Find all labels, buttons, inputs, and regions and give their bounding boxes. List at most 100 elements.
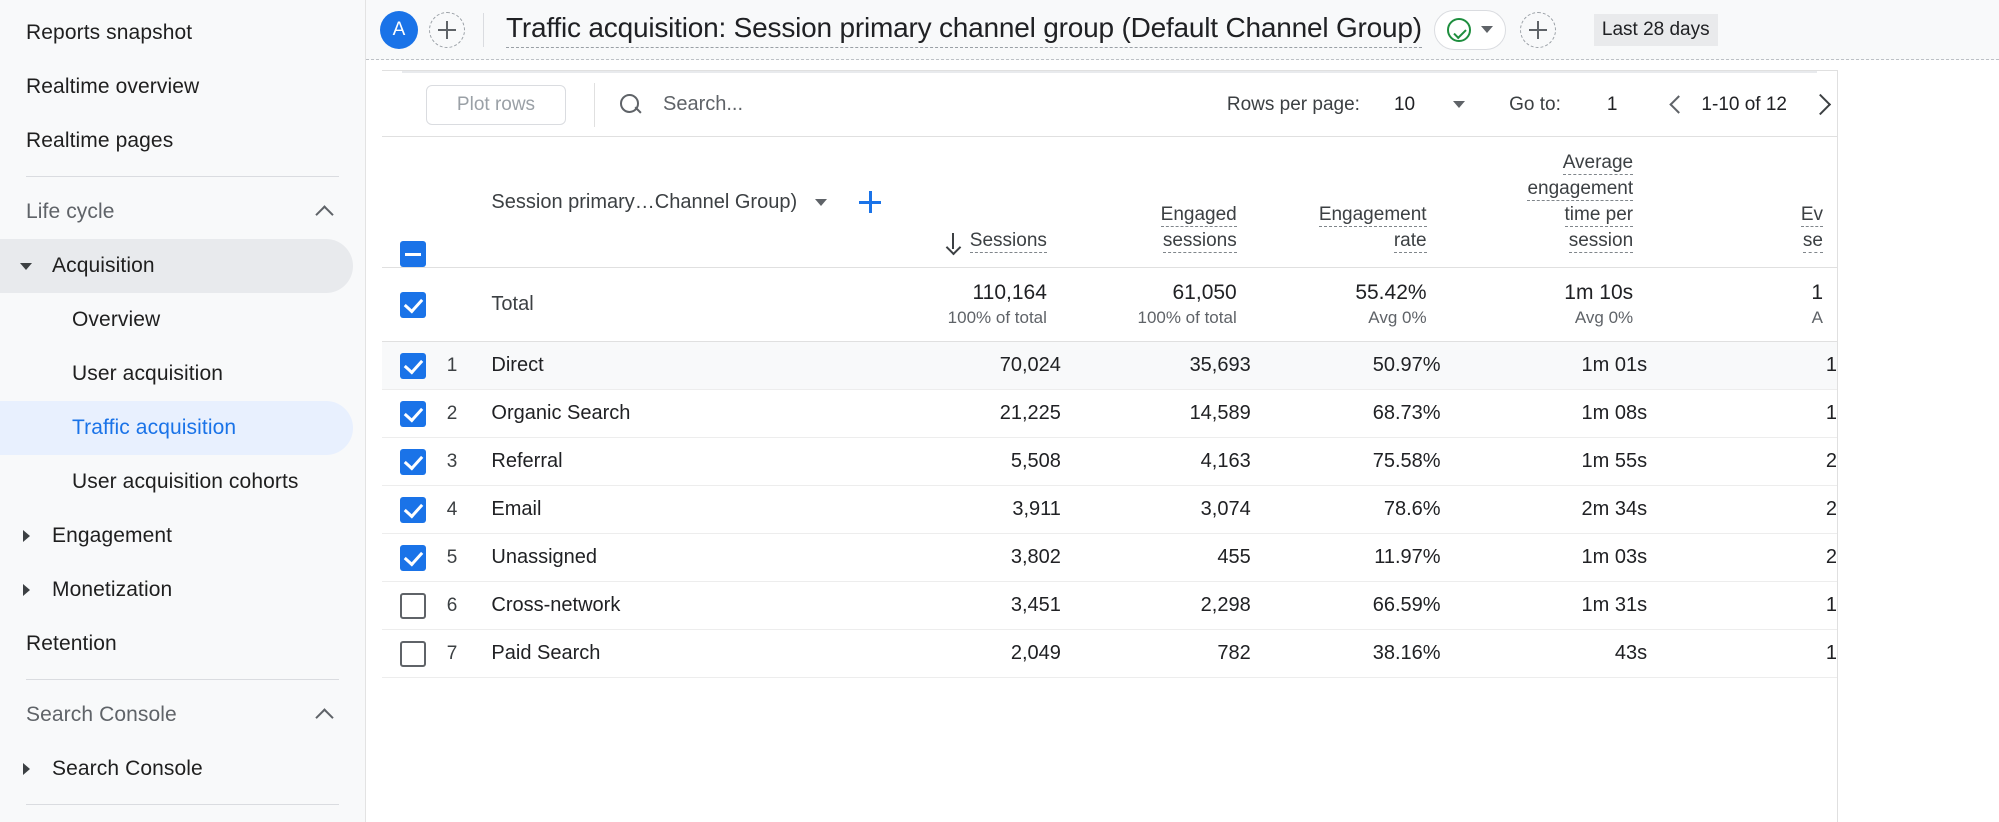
goto-page-value[interactable]: 1 bbox=[1607, 94, 1618, 116]
row-metric-value: 1m 03s bbox=[1440, 533, 1648, 582]
divider bbox=[26, 804, 339, 805]
expand-toggle[interactable] bbox=[0, 262, 52, 270]
add-comparison-button[interactable] bbox=[429, 11, 465, 48]
sidebar-item-realtime-pages[interactable]: Realtime pages bbox=[0, 114, 353, 168]
sidebar-item-search-console[interactable]: Search Console bbox=[0, 742, 353, 796]
row-dimension-name[interactable]: Direct bbox=[491, 341, 872, 390]
sidebar-item-acquisition[interactable]: Acquisition bbox=[0, 239, 353, 293]
row-checkbox[interactable] bbox=[400, 291, 426, 318]
row-checkbox[interactable] bbox=[400, 496, 426, 523]
table-row[interactable]: 7 Paid Search 2,049 782 38.16% 43s 1 bbox=[382, 629, 1837, 678]
metric-header-events-per-session[interactable]: Ev se bbox=[1647, 137, 1837, 268]
row-metric-value: 782 bbox=[1060, 629, 1251, 678]
row-dimension-name[interactable]: Referral bbox=[491, 437, 872, 486]
total-rank-cell bbox=[446, 267, 492, 342]
add-segment-button[interactable] bbox=[1519, 11, 1556, 48]
row-checkbox[interactable] bbox=[400, 592, 426, 619]
table-total-row: Total 110,164 100% of total 61,050 100% of t… bbox=[382, 267, 1837, 342]
row-metric-value: 43s bbox=[1440, 629, 1648, 678]
total-subvalue: 100% of total bbox=[947, 307, 1047, 327]
table-row[interactable]: 4 Email 3,911 3,074 78.6% 2m 34s 2 bbox=[382, 485, 1837, 534]
date-range-selector[interactable]: Last 28 days bbox=[1593, 13, 1718, 46]
sidebar-item-realtime-overview[interactable]: Realtime overview bbox=[0, 60, 353, 114]
select-all-checkbox[interactable] bbox=[400, 241, 426, 267]
metric-header-engaged-sessions[interactable]: Engaged sessions bbox=[1060, 137, 1251, 268]
row-metric-value: 1m 08s bbox=[1440, 389, 1648, 438]
metric-header-sessions[interactable]: Sessions bbox=[871, 137, 1061, 268]
sidebar-item-retention[interactable]: Retention bbox=[0, 617, 353, 671]
row-metric-value: 2,049 bbox=[871, 629, 1061, 678]
row-metric-value: 1 bbox=[1647, 389, 1837, 438]
rows-per-page-value[interactable]: 10 bbox=[1394, 94, 1415, 116]
row-dimension-name[interactable]: Cross-network bbox=[491, 581, 872, 630]
metric-header-line: Average bbox=[1562, 151, 1634, 177]
sidebar-item-traffic-acquisition[interactable]: Traffic acquisition bbox=[0, 401, 353, 455]
sidebar-item-user-acquisition[interactable]: User acquisition bbox=[0, 347, 353, 401]
search-input[interactable] bbox=[661, 92, 961, 117]
total-value: 1m 10s bbox=[1564, 280, 1634, 304]
expand-toggle[interactable] bbox=[0, 530, 52, 542]
row-checkbox[interactable] bbox=[400, 640, 426, 667]
select-all-header bbox=[382, 137, 447, 268]
metric-header-avg-engagement-time[interactable]: Average engagement time per session bbox=[1440, 137, 1648, 268]
sidebar-item-label: Retention bbox=[26, 632, 117, 655]
sidebar-item-search-console[interactable]: Search Console bbox=[0, 688, 353, 742]
chevron-down-icon[interactable] bbox=[815, 198, 828, 206]
expand-toggle[interactable] bbox=[0, 763, 52, 775]
metric-label: sessions bbox=[1162, 230, 1237, 253]
row-metric-value: 1m 01s bbox=[1440, 341, 1648, 390]
row-metric-value: 78.6% bbox=[1250, 485, 1441, 534]
add-dimension-icon[interactable] bbox=[859, 191, 882, 213]
next-page-button[interactable] bbox=[1803, 88, 1837, 122]
metric-header-engagement-rate[interactable]: Engagement rate bbox=[1250, 137, 1441, 268]
row-dimension-name[interactable]: Email bbox=[491, 485, 872, 534]
sidebar-item-overview[interactable]: Overview bbox=[0, 293, 353, 347]
metric-header-line: rate bbox=[1393, 229, 1427, 255]
total-metric-cell: 110,164 100% of total bbox=[871, 267, 1061, 342]
row-checkbox[interactable] bbox=[400, 448, 426, 475]
row-checkbox[interactable] bbox=[400, 544, 426, 571]
table-row[interactable]: 3 Referral 5,508 4,163 75.58% 1m 55s 2 bbox=[382, 437, 1837, 486]
row-checkbox[interactable] bbox=[400, 352, 426, 379]
total-subvalue: Avg 0% bbox=[1368, 307, 1427, 327]
row-checkbox[interactable] bbox=[400, 400, 426, 427]
table-row[interactable]: 6 Cross-network 3,451 2,298 66.59% 1m 31s 1 bbox=[382, 581, 1837, 630]
table-header-row: Session primary…Channel Group) Sessions … bbox=[382, 137, 1837, 268]
avatar[interactable]: A bbox=[380, 10, 418, 49]
plot-rows-button[interactable]: Plot rows bbox=[426, 84, 566, 125]
metric-label: Average bbox=[1562, 152, 1634, 175]
sidebar-item-user-acquisition-cohorts[interactable]: User acquisition cohorts bbox=[0, 455, 353, 509]
total-checkbox-cell bbox=[382, 267, 447, 342]
chevron-down-icon[interactable] bbox=[1453, 101, 1466, 108]
sidebar-item-reports-snapshot[interactable]: Reports snapshot bbox=[0, 6, 353, 60]
metric-header-line: session bbox=[1568, 229, 1634, 255]
table-row[interactable]: 1 Direct 70,024 35,693 50.97% 1m 01s 1 bbox=[382, 341, 1837, 390]
divider bbox=[26, 176, 339, 177]
total-metric-cell: 61,050 100% of total bbox=[1060, 267, 1251, 342]
row-metric-value: 11.97% bbox=[1250, 533, 1441, 582]
table-row[interactable]: 5 Unassigned 3,802 455 11.97% 1m 03s 2 bbox=[382, 533, 1837, 582]
metric-label: Ev bbox=[1800, 204, 1823, 227]
sidebar-item-label: Search Console bbox=[26, 703, 177, 726]
metric-header-line: Ev bbox=[1800, 203, 1823, 229]
analytics-app: Reports snapshot Realtime overview Realtim… bbox=[0, 0, 1999, 822]
sidebar-item-label: User acquisition bbox=[72, 362, 223, 385]
row-dimension-name[interactable]: Organic Search bbox=[491, 389, 872, 438]
check-circle-icon bbox=[1446, 17, 1471, 42]
sidebar-item-engagement[interactable]: Engagement bbox=[0, 509, 353, 563]
data-quality-status-button[interactable] bbox=[1433, 9, 1506, 50]
total-subvalue: Avg 0% bbox=[1574, 307, 1634, 327]
row-checkbox-cell bbox=[382, 629, 447, 678]
dimension-header: Session primary…Channel Group) bbox=[491, 137, 882, 268]
sidebar-item-label: Acquisition bbox=[52, 254, 155, 277]
sidebar-item-monetization[interactable]: Monetization bbox=[0, 563, 353, 617]
row-metric-value: 66.59% bbox=[1250, 581, 1441, 630]
dimension-name[interactable]: Session primary…Channel Group) bbox=[491, 191, 797, 214]
row-dimension-name[interactable]: Paid Search bbox=[491, 629, 872, 678]
previous-page-button[interactable] bbox=[1661, 88, 1695, 122]
metric-header-content: Sessions bbox=[871, 229, 1061, 267]
row-dimension-name[interactable]: Unassigned bbox=[491, 533, 872, 582]
sidebar-item-life-cycle[interactable]: Life cycle bbox=[0, 185, 353, 239]
expand-toggle[interactable] bbox=[0, 584, 52, 596]
table-row[interactable]: 2 Organic Search 21,225 14,589 68.73% 1m 08s 1 bbox=[382, 389, 1837, 438]
